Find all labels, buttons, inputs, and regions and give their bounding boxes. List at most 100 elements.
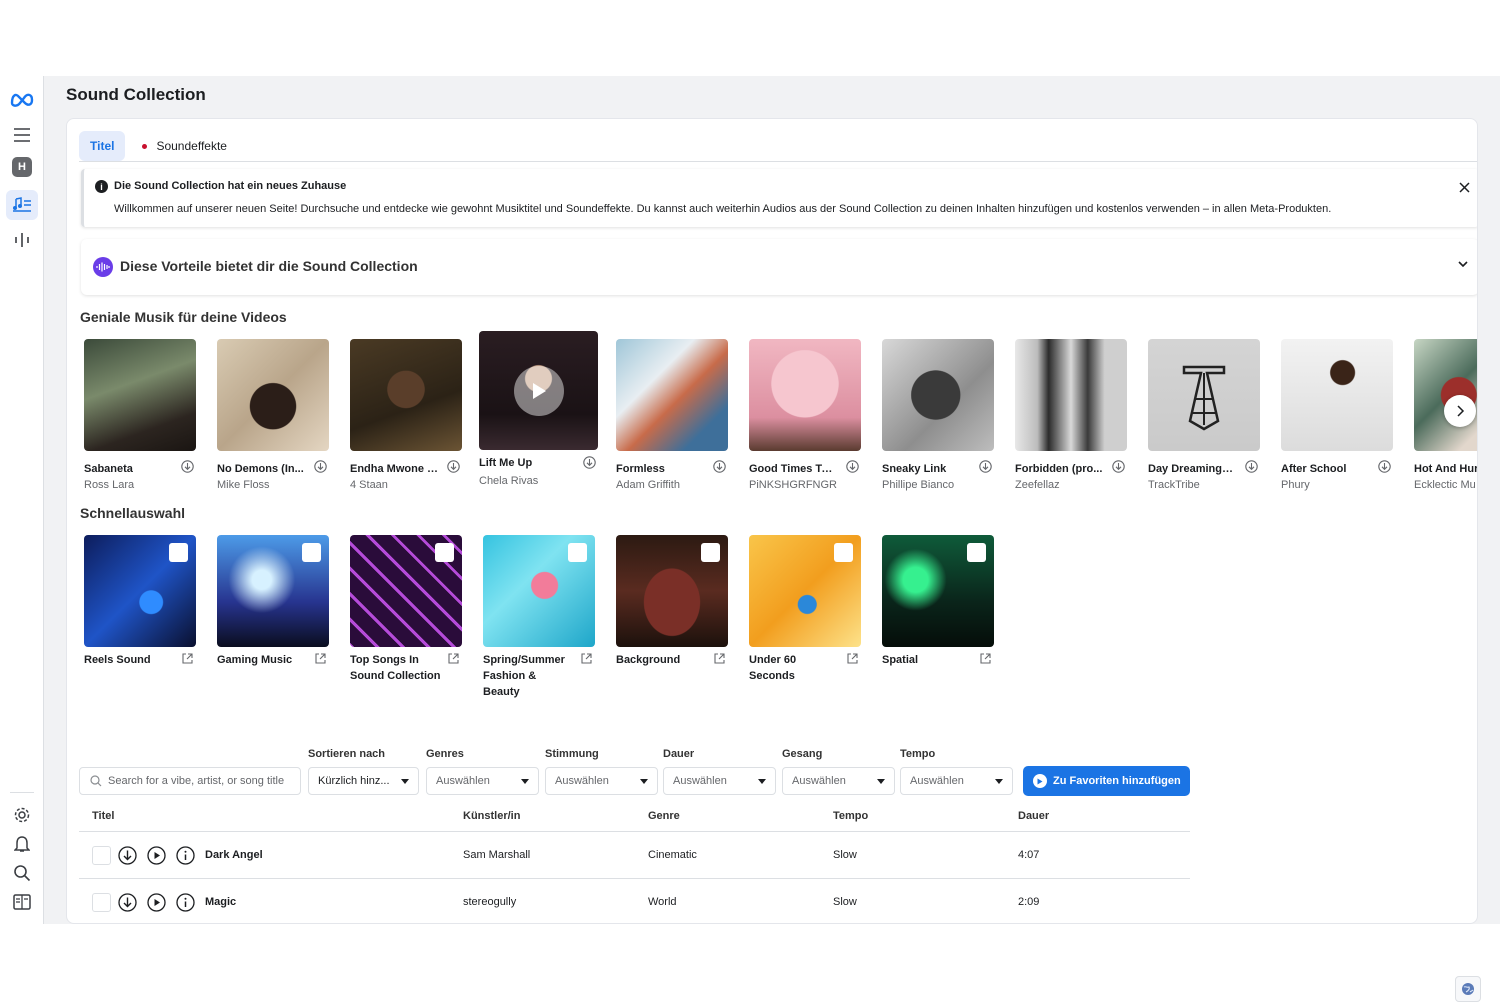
playlist-art[interactable] — [483, 535, 595, 647]
playlist-art[interactable] — [217, 535, 329, 647]
album-art[interactable] — [882, 339, 994, 451]
add-to-favorites-button[interactable]: Zu Favoriten hinzufügen — [1023, 766, 1190, 796]
download-icon[interactable] — [1112, 460, 1125, 473]
album-art[interactable] — [217, 339, 329, 451]
download-icon[interactable] — [846, 460, 859, 473]
playlist-name[interactable]: Reels Sound — [84, 652, 176, 668]
select-checkbox[interactable] — [302, 543, 321, 562]
duration-select[interactable]: Auswählen — [663, 767, 776, 795]
carousel-next-button[interactable] — [1444, 395, 1476, 427]
panel-icon[interactable] — [6, 887, 38, 917]
playlist-art[interactable] — [350, 535, 462, 647]
playlist-art[interactable] — [882, 535, 994, 647]
vocals-select[interactable]: Auswählen — [782, 767, 895, 795]
album-art[interactable] — [1015, 339, 1127, 451]
download-icon[interactable] — [1245, 460, 1258, 473]
info-icon[interactable] — [176, 893, 195, 912]
track-artist[interactable]: Ecklectic Mu — [1414, 479, 1477, 491]
playlist-art[interactable] — [749, 535, 861, 647]
download-icon[interactable] — [447, 460, 460, 473]
genres-select[interactable]: Auswählen — [426, 767, 539, 795]
search-icon[interactable] — [6, 858, 38, 888]
globe-icon[interactable] — [1455, 976, 1481, 1002]
select-checkbox[interactable] — [701, 543, 720, 562]
table-row[interactable]: Dark Angel Sam Marshall Cinematic Slow 4:07 — [79, 833, 1190, 879]
album-art[interactable] — [1414, 339, 1477, 451]
track-artist[interactable]: 4 Staan — [350, 479, 450, 491]
track-name[interactable]: Sabaneta — [84, 463, 172, 475]
play-icon[interactable] — [514, 366, 564, 416]
external-link-icon[interactable] — [580, 652, 593, 665]
download-icon[interactable] — [1378, 460, 1391, 473]
download-icon[interactable] — [583, 456, 596, 469]
download-icon[interactable] — [314, 460, 327, 473]
cell-title[interactable]: Dark Angel — [205, 849, 263, 861]
track-name[interactable]: Lift Me Up — [479, 457, 567, 469]
external-link-icon[interactable] — [447, 652, 460, 665]
menu-icon[interactable] — [6, 120, 38, 150]
track-name[interactable]: Hot And Hur — [1414, 463, 1477, 475]
row-checkbox[interactable] — [92, 893, 111, 912]
download-icon[interactable] — [118, 893, 137, 912]
playlist-art[interactable] — [616, 535, 728, 647]
table-row[interactable]: Magic stereogully World Slow 2:09 — [79, 880, 1190, 923]
play-icon[interactable] — [147, 846, 166, 865]
col-artist[interactable]: Künstler/in — [463, 810, 520, 822]
external-link-icon[interactable] — [181, 652, 194, 665]
track-artist[interactable]: Zeefellaz — [1015, 479, 1115, 491]
col-title[interactable]: Titel — [92, 810, 114, 822]
track-artist[interactable]: Adam Griffith — [616, 479, 716, 491]
meta-logo-icon[interactable] — [6, 84, 38, 114]
bell-icon[interactable] — [6, 829, 38, 859]
music-library-icon[interactable] — [6, 190, 38, 220]
track-artist[interactable]: Chela Rivas — [479, 475, 579, 487]
sort-select[interactable]: Kürzlich hinz... — [308, 767, 419, 795]
album-art[interactable] — [616, 339, 728, 451]
album-art[interactable] — [84, 339, 196, 451]
info-icon[interactable] — [176, 846, 195, 865]
playlist-name[interactable]: Top Songs In Sound Collection — [350, 652, 442, 684]
album-art[interactable] — [350, 339, 462, 451]
select-checkbox[interactable] — [967, 543, 986, 562]
track-name[interactable]: Day Dreaming I... — [1148, 463, 1236, 475]
play-icon[interactable] — [147, 893, 166, 912]
row-checkbox[interactable] — [92, 846, 111, 865]
mood-select[interactable]: Auswählen — [545, 767, 658, 795]
download-icon[interactable] — [979, 460, 992, 473]
album-art[interactable] — [479, 331, 598, 450]
track-name[interactable]: Sneaky Link — [882, 463, 970, 475]
download-icon[interactable] — [118, 846, 137, 865]
col-tempo[interactable]: Tempo — [833, 810, 868, 822]
col-genre[interactable]: Genre — [648, 810, 680, 822]
playlist-name[interactable]: Spatial — [882, 652, 974, 668]
tab-titel[interactable]: Titel — [79, 131, 126, 161]
col-duration[interactable]: Dauer — [1018, 810, 1049, 822]
chevron-down-icon[interactable] — [1457, 257, 1469, 275]
external-link-icon[interactable] — [846, 652, 859, 665]
playlist-name[interactable]: Gaming Music — [217, 652, 309, 668]
cell-title[interactable]: Magic — [205, 896, 236, 908]
close-icon[interactable] — [1455, 178, 1473, 196]
external-link-icon[interactable] — [979, 652, 992, 665]
settings-icon[interactable] — [6, 800, 38, 830]
track-artist[interactable]: TrackTribe — [1148, 479, 1248, 491]
external-link-icon[interactable] — [314, 652, 327, 665]
playlist-name[interactable]: Under 60 Seconds — [749, 652, 841, 684]
avatar[interactable]: H — [6, 152, 38, 182]
tab-soundeffekte[interactable]: Soundeffekte — [131, 131, 238, 161]
search-input[interactable] — [108, 768, 296, 794]
audio-bars-icon[interactable] — [6, 225, 38, 255]
track-artist[interactable]: Ross Lara — [84, 479, 184, 491]
track-artist[interactable]: Phury — [1281, 479, 1381, 491]
track-name[interactable]: No Demons (In... — [217, 463, 305, 475]
tempo-select[interactable]: Auswählen — [900, 767, 1013, 795]
cell-artist[interactable]: stereogully — [463, 896, 516, 908]
select-checkbox[interactable] — [834, 543, 853, 562]
track-artist[interactable]: Mike Floss — [217, 479, 317, 491]
benefits-accordion[interactable]: Diese Vorteile bietet dir die Sound Coll… — [81, 239, 1477, 295]
select-checkbox[interactable] — [568, 543, 587, 562]
album-art[interactable] — [1281, 339, 1393, 451]
track-name[interactable]: Forbidden (pro... — [1015, 463, 1103, 475]
cell-artist[interactable]: Sam Marshall — [463, 849, 530, 861]
playlist-art[interactable] — [84, 535, 196, 647]
